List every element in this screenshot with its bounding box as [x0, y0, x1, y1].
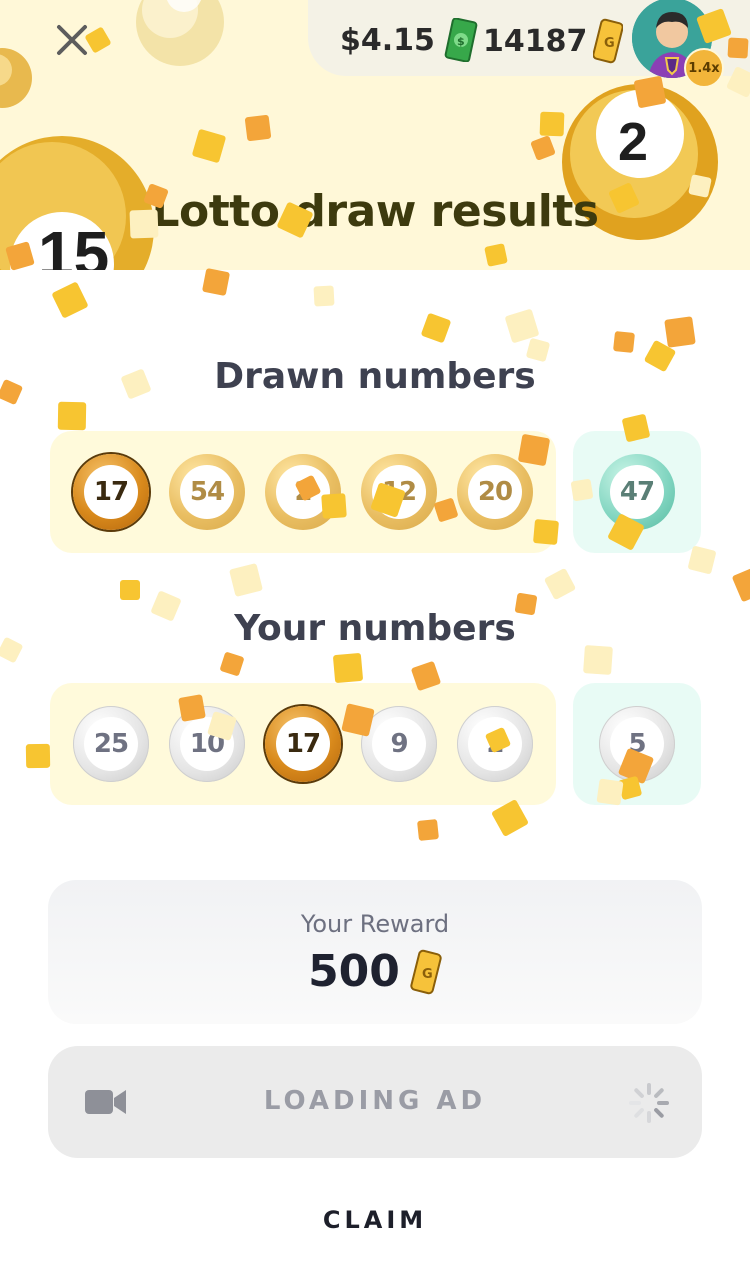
your-ball-number: 17 [276, 717, 330, 771]
confetti-piece [517, 433, 551, 467]
confetti-piece [129, 209, 159, 239]
confetti-piece [687, 545, 717, 575]
confetti-piece [321, 493, 347, 519]
drawn-ball-5: 20 [457, 454, 533, 530]
confetti-piece [417, 819, 439, 841]
drawn-ball-number: 20 [468, 465, 522, 519]
confetti-piece [420, 312, 452, 344]
your-ball-number: 9 [372, 717, 426, 771]
drawn-ball-1: 17 [73, 454, 149, 530]
cash-icon: $ [444, 18, 478, 62]
multiplier-badge: 1.4x [684, 48, 724, 88]
confetti-piece [570, 478, 594, 502]
cash-balance[interactable]: $4.15 $ [340, 18, 479, 62]
loading-spinner-icon [629, 1083, 669, 1123]
ticket-balance[interactable]: 14187 G [483, 18, 624, 64]
lotto-ball-decoration-top [136, 0, 224, 66]
confetti-piece [229, 563, 263, 597]
confetti-piece [244, 114, 272, 142]
drawn-bonus-number: 47 [610, 465, 664, 519]
confetti-piece [201, 267, 231, 297]
svg-text:$: $ [457, 35, 465, 48]
confetti-piece [688, 174, 712, 198]
svg-text:2: 2 [618, 112, 648, 172]
your-ball-number: 25 [84, 717, 138, 771]
confetti-piece [633, 75, 667, 109]
drawn-bonus-ball: 47 [599, 454, 675, 530]
reward-label: Your Reward [300, 910, 450, 938]
confetti-piece [613, 331, 635, 353]
svg-text:G: G [422, 967, 433, 982]
confetti-piece [514, 592, 538, 616]
reward-amount: 500 [308, 946, 400, 997]
your-numbers-heading: Your numbers [234, 608, 516, 649]
ticket-icon: G [593, 18, 624, 64]
header: 15 2 $4.15 $ 14187 G 1.4x Lotto draw res… [0, 0, 750, 270]
ticket-icon: G [410, 949, 442, 994]
confetti-piece [313, 285, 335, 307]
confetti-piece [332, 652, 364, 684]
lotto-ball-decoration-left-small [0, 48, 32, 108]
confetti-piece [51, 281, 89, 319]
confetti-piece [664, 316, 696, 348]
watch-ad-button[interactable]: LOADING AD [48, 1046, 702, 1158]
svg-text:G: G [604, 36, 615, 51]
confetti-piece [543, 567, 577, 601]
close-icon [57, 25, 87, 55]
confetti-piece [596, 778, 624, 806]
confetti-piece [532, 518, 560, 546]
drawn-ball-number: 17 [84, 465, 138, 519]
confetti-piece [539, 111, 565, 137]
confetti-piece [120, 580, 140, 600]
reward-card: Your Reward 500 G [48, 880, 702, 1024]
page-title: Lotto draw results [151, 186, 599, 237]
confetti-piece [484, 243, 508, 267]
your-ball-1: 25 [73, 706, 149, 782]
drawn-numbers-heading: Drawn numbers [214, 356, 536, 397]
confetti-piece [57, 401, 87, 431]
your-ball-3: 17 [265, 706, 341, 782]
confetti-piece [583, 645, 613, 675]
confetti-piece [219, 651, 245, 677]
confetti-piece [178, 694, 206, 722]
ticket-amount: 14187 [483, 23, 588, 59]
confetti-piece [731, 565, 750, 603]
your-numbers-row: 25 10 17 9 2 [50, 683, 556, 805]
ad-button-label: LOADING AD [263, 1086, 487, 1116]
drawn-ball-2: 54 [169, 454, 245, 530]
reward-value: 500 G [48, 946, 702, 997]
drawn-ball-number: 54 [180, 465, 234, 519]
confetti-piece [25, 743, 51, 769]
cash-amount: $4.15 [340, 22, 435, 58]
confetti-piece [727, 37, 749, 59]
claim-button[interactable]: CLAIM [0, 1206, 750, 1234]
